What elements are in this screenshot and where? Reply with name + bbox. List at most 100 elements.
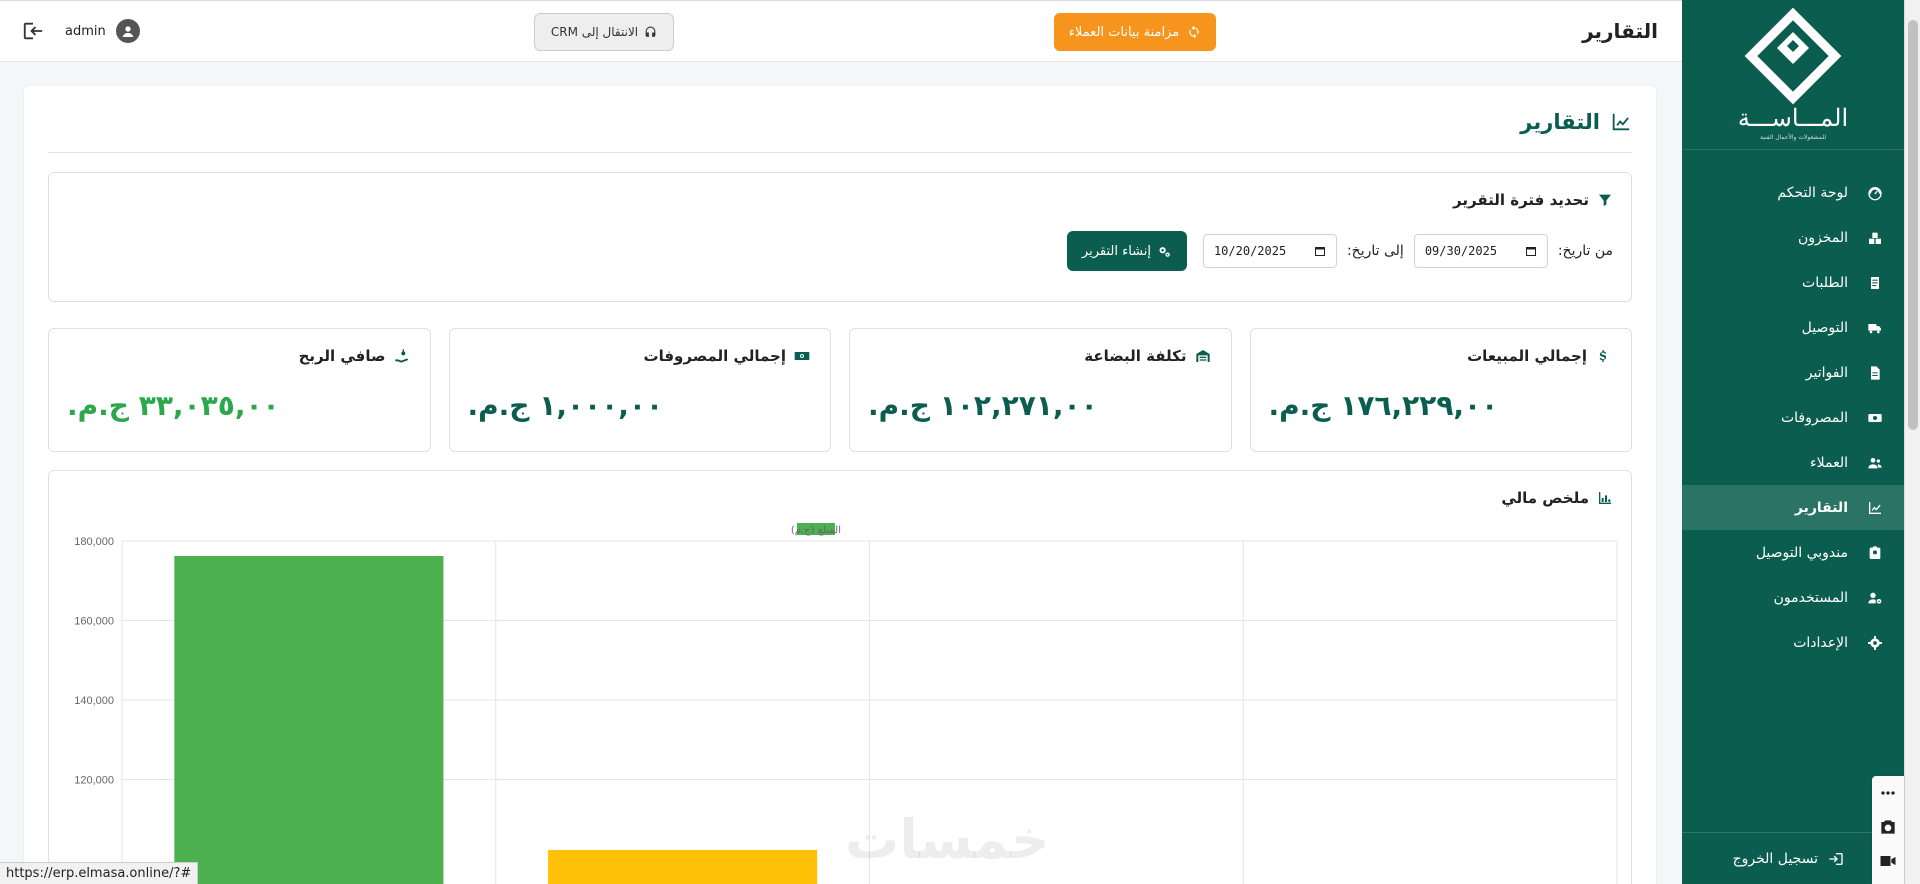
stat-card: إجمالي المصروفات ١,٠٠٠,٠٠ ج.م. xyxy=(448,328,831,452)
from-date-input[interactable]: 09/30/2025 xyxy=(1413,234,1548,268)
watermark: خمسات xyxy=(845,808,1050,871)
sidebar-item-user-cog[interactable]: المستخدمون xyxy=(1682,575,1904,620)
reports-heading: التقارير xyxy=(1520,110,1632,134)
to-date-value: 10/20/2025 xyxy=(1213,244,1287,258)
calendar-icon[interactable] xyxy=(1314,245,1326,257)
status-bar-url: https://erp.elmasa.online/?# xyxy=(0,862,199,884)
generate-report-button[interactable]: إنشاء التقرير xyxy=(1066,231,1187,271)
crm-button-label: الانتقال إلى CRM xyxy=(550,25,639,39)
sidebar-item-chart-line[interactable]: التقارير xyxy=(1682,485,1904,530)
hand-holding-icon xyxy=(394,349,408,363)
filter-icon xyxy=(1599,194,1611,206)
brand-name: المـــاســـة xyxy=(1737,104,1849,132)
warehouse-icon xyxy=(1195,350,1210,362)
stat-value: ١٧٦,٢٢٩,٠٠ ج.م. xyxy=(1268,389,1499,422)
stat-value: ١,٠٠٠,٠٠ ج.م. xyxy=(467,389,664,422)
y-tick-label: 180,000 xyxy=(74,536,114,548)
sidebar-item-truck[interactable]: التوصيل xyxy=(1682,305,1904,350)
capture-menu-button[interactable] xyxy=(1872,776,1904,810)
user-avatar-icon xyxy=(115,19,140,43)
generate-report-label: إنشاء التقرير xyxy=(1081,243,1151,259)
chart-bar xyxy=(174,555,444,884)
sidebar-item-id-badge[interactable]: مندوبي التوصيل xyxy=(1682,530,1904,575)
sidebar-item-label: الفواتير xyxy=(1805,364,1848,381)
to-date-label: إلى تاريخ: xyxy=(1346,243,1404,259)
sidebar-item-label: المصروفات xyxy=(1780,409,1848,426)
money-bill-icon xyxy=(794,352,810,360)
sidebar-item-label: مندوبي التوصيل xyxy=(1755,544,1848,561)
stat-label-text: صافي الربح xyxy=(298,347,386,365)
sync-customers-button[interactable]: مزامنة بيانات العملاء xyxy=(1054,13,1216,51)
users-icon xyxy=(1866,454,1884,472)
sidebar-item-users[interactable]: العملاء xyxy=(1682,440,1904,485)
stat-label-text: تكلفة البضاعة xyxy=(1084,347,1187,365)
stat-label: إجمالي المبيعات xyxy=(1271,347,1612,365)
from-date-value: 09/30/2025 xyxy=(1424,244,1498,258)
sidebar-item-clipboard[interactable]: الطلبات xyxy=(1682,260,1904,305)
y-tick-label: 140,000 xyxy=(74,695,114,707)
top-bar: التقارير مزامنة بيانات العملاء الانتقال … xyxy=(0,0,1682,62)
stats-row: إجمالي المبيعات ١٧٦,٢٢٩,٠٠ ج.م. تكلفة ال… xyxy=(48,328,1632,452)
id-badge-icon xyxy=(1866,544,1884,562)
sidebar-item-label: المخزون xyxy=(1797,229,1848,246)
stat-card: تكلفة البضاعة ١٠٢,٢٧١,٠٠ ج.م. xyxy=(849,328,1232,452)
sidebar-item-tachometer[interactable]: لوحة التحكم xyxy=(1682,170,1904,215)
scrollbar-thumb[interactable] xyxy=(1908,20,1918,430)
username: admin xyxy=(65,23,106,39)
sidebar-item-label: الإعدادات xyxy=(1793,634,1848,651)
sidebar-nav: لوحة التحكم المخزون الطلبات التوصيل الفو… xyxy=(1682,170,1904,665)
reports-heading-text: التقارير xyxy=(1520,110,1600,134)
camera-icon xyxy=(1881,820,1895,834)
boxes-icon xyxy=(1866,229,1884,247)
financial-summary-chart: ملخص مالي 180,000 160,000 140,000 120,000 ال… xyxy=(48,470,1632,884)
sync-icon xyxy=(1189,25,1199,39)
sidebar-item-gear[interactable]: الإعدادات xyxy=(1682,620,1904,665)
logo-mark-icon xyxy=(1744,8,1842,105)
stat-label-text: إجمالي المصروفات xyxy=(643,347,786,365)
user-menu[interactable]: admin xyxy=(65,19,140,43)
sign-out-icon xyxy=(23,22,43,40)
money-icon xyxy=(1866,409,1884,427)
sync-button-label: مزامنة بيانات العملاء xyxy=(1068,24,1180,40)
to-date-input[interactable]: 10/20/2025 xyxy=(1202,234,1337,268)
stat-card: صافي الربح ٣٣,٠٣٥,٠٠ ج.م. xyxy=(48,328,431,452)
page-title: التقارير xyxy=(1582,19,1658,43)
gears-icon xyxy=(1159,246,1170,257)
more-icon xyxy=(1881,791,1895,795)
tachometer-icon xyxy=(1866,184,1884,202)
sign-out-icon xyxy=(1829,852,1843,865)
filter-row: من تاريخ: 09/30/2025 إلى تاريخ: 10/20/20… xyxy=(1066,231,1613,271)
stat-label: صافي الربح xyxy=(69,347,410,365)
sidebar-item-label: التقارير xyxy=(1794,499,1848,516)
filter-title: تحديد فترة التقرير xyxy=(1453,191,1613,209)
stat-label: تكلفة البضاعة xyxy=(870,347,1211,365)
chart-line-icon xyxy=(1866,499,1884,517)
from-date-label: من تاريخ: xyxy=(1557,243,1613,259)
sidebar-logout-button[interactable]: تسجيل الخروج xyxy=(1682,832,1904,884)
heading-divider xyxy=(48,152,1632,153)
headset-icon xyxy=(645,26,656,37)
sidebar-item-boxes[interactable]: المخزون xyxy=(1682,215,1904,260)
calendar-icon[interactable] xyxy=(1525,245,1537,257)
chart-bar xyxy=(548,849,818,884)
stat-label: إجمالي المصروفات xyxy=(470,347,811,365)
sidebar-item-label: العملاء xyxy=(1810,454,1848,471)
screenshot-button[interactable] xyxy=(1872,810,1904,844)
legend-label: المبلغ (ج.م) xyxy=(791,525,841,536)
sidebar-item-invoice[interactable]: الفواتير xyxy=(1682,350,1904,395)
chart-line-icon xyxy=(1612,113,1630,131)
user-cog-icon xyxy=(1866,589,1884,607)
dollar-icon xyxy=(1599,350,1607,362)
logout-label: تسجيل الخروج xyxy=(1732,850,1818,867)
topbar-logout-button[interactable] xyxy=(22,20,44,46)
go-to-crm-button[interactable]: الانتقال إلى CRM xyxy=(534,13,674,51)
sidebar-item-money[interactable]: المصروفات xyxy=(1682,395,1904,440)
clipboard-icon xyxy=(1866,274,1884,292)
brand-logo[interactable]: المـــاســـة للمشغولات والأعمال الفنية xyxy=(1682,0,1904,150)
sidebar-item-label: الطلبات xyxy=(1802,274,1848,291)
invoice-icon xyxy=(1866,364,1884,382)
truck-icon xyxy=(1866,319,1884,337)
record-video-button[interactable] xyxy=(1872,844,1904,878)
page-scrollbar[interactable] xyxy=(1904,0,1920,884)
stat-label-text: إجمالي المبيعات xyxy=(1467,347,1587,365)
